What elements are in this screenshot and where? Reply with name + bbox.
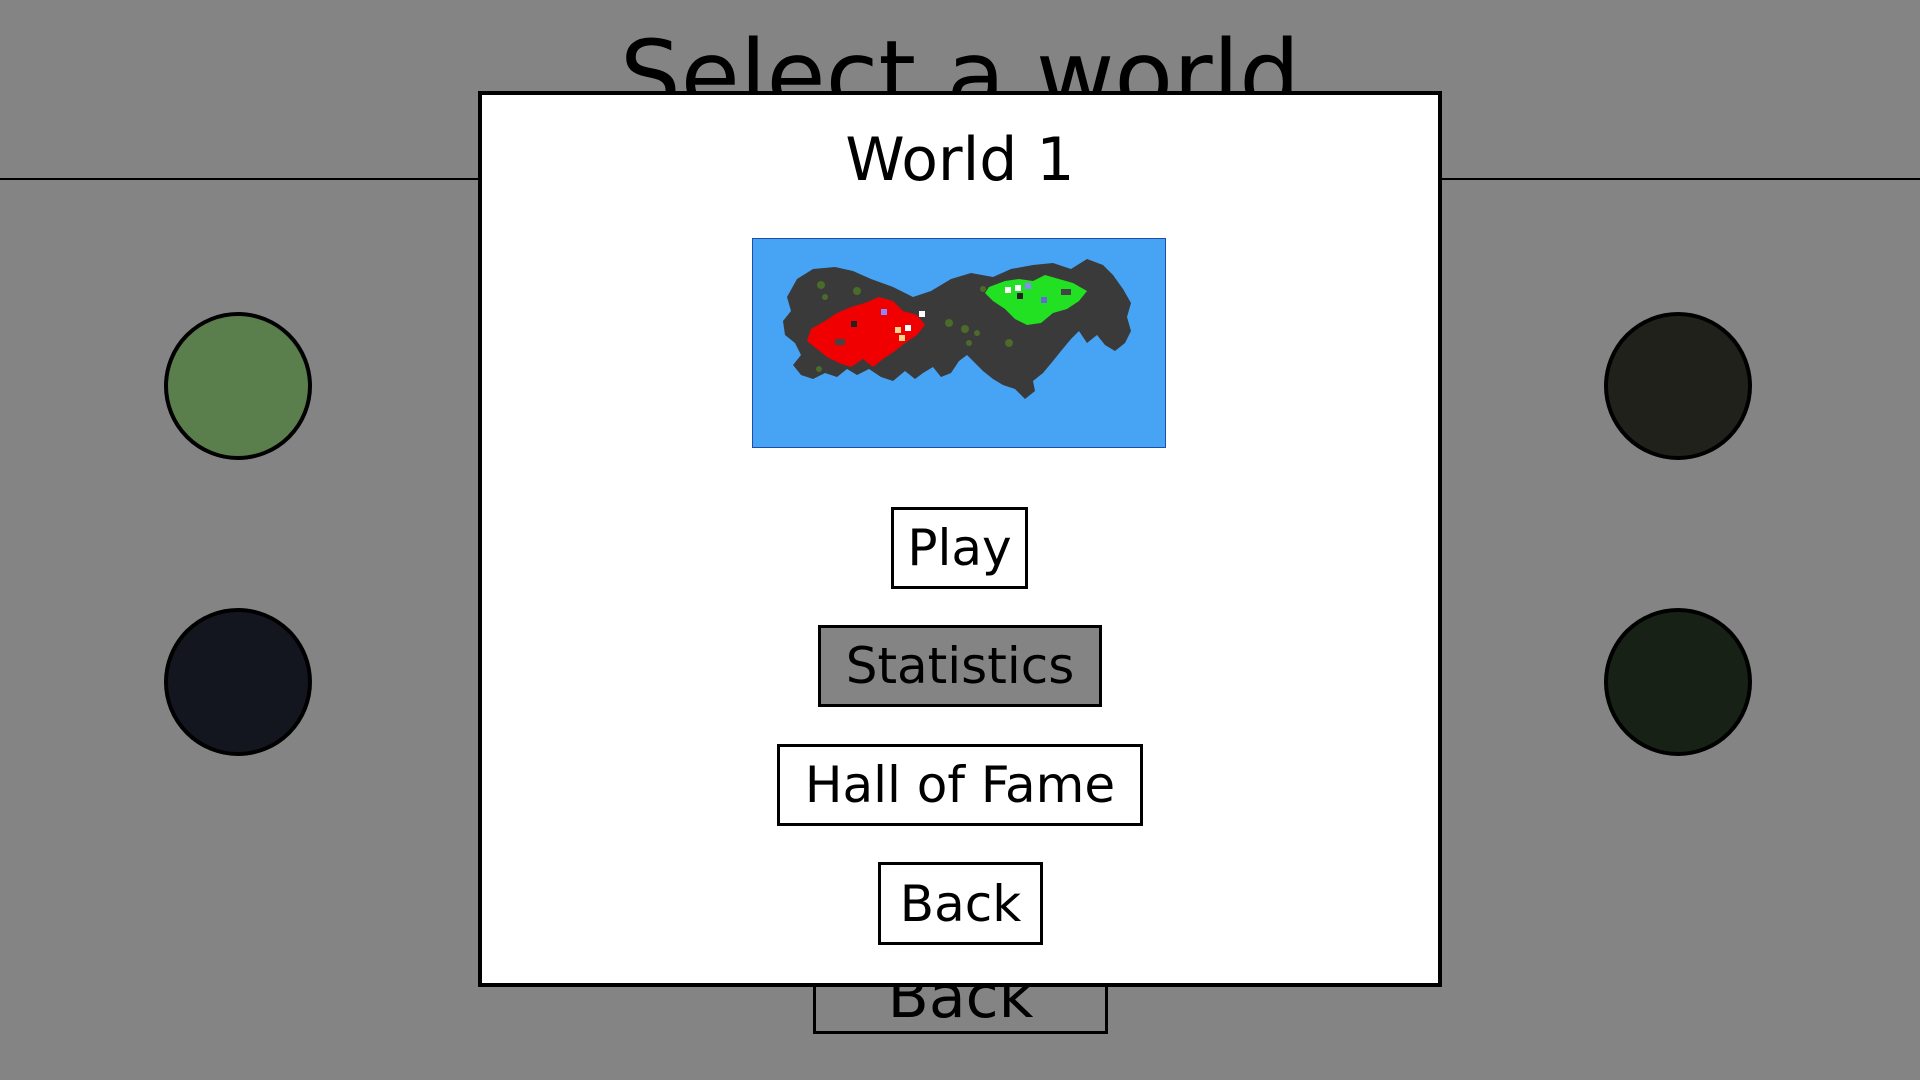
world-slot-3[interactable] [1604,312,1752,460]
play-button[interactable]: Play [891,507,1028,589]
map-preview-image [753,239,1165,447]
world-slot-4[interactable] [1604,608,1752,756]
world-slot-2[interactable] [164,608,312,756]
world-title: World 1 [845,125,1075,195]
world-select-screen: Select a world Back World 1 Play Statist… [0,0,1920,1080]
back-button[interactable]: Back [878,862,1043,945]
world-slot-1[interactable] [164,312,312,460]
hall-of-fame-button[interactable]: Hall of Fame [777,744,1143,826]
world-map-preview [752,238,1166,448]
statistics-button[interactable]: Statistics [818,625,1102,707]
